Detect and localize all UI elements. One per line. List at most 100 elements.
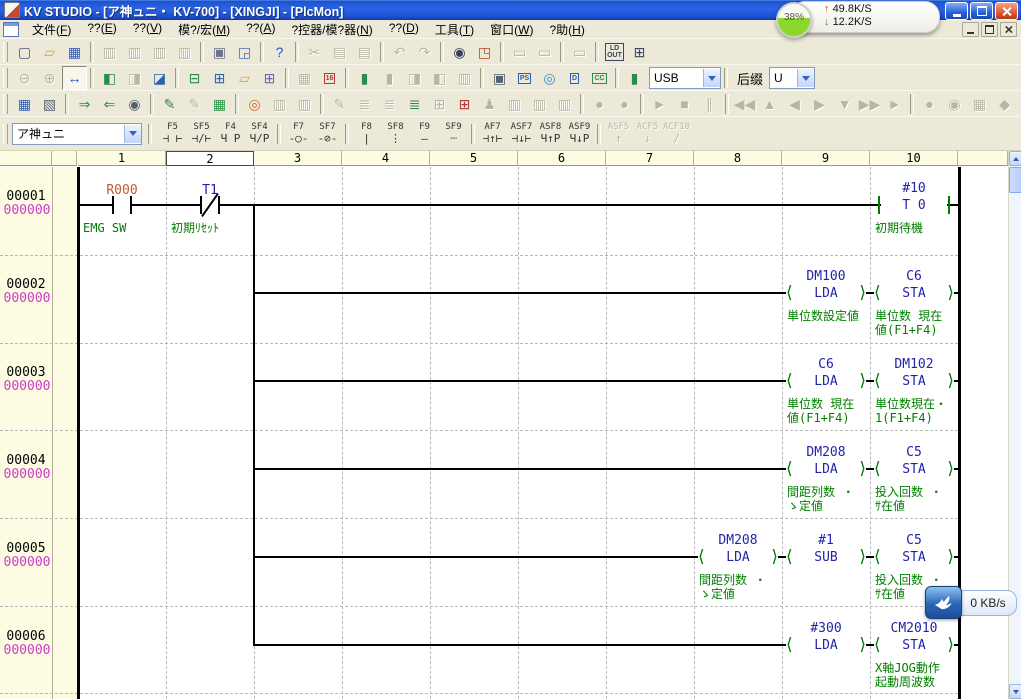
print-unit-icon[interactable]: ▣ (487, 66, 512, 90)
reg-2-icon[interactable]: ▥ (527, 92, 552, 116)
close-button[interactable] (995, 2, 1018, 20)
menu-item-1[interactable]: ??(E) (79, 20, 124, 39)
registers-3-icon[interactable]: ▥ (452, 66, 477, 90)
zoom-in-icon[interactable]: ⊕ (37, 66, 62, 90)
fkey-f4-button[interactable]: F4Ч Р (216, 120, 245, 148)
import-unit-icon[interactable]: ▥ (147, 40, 172, 64)
drop-icon[interactable]: ◆ (992, 92, 1017, 116)
fkey-asf9-button[interactable]: ASF9Ч↓Р (565, 120, 594, 148)
menu-item-3[interactable]: 模?/宏(M) (170, 20, 238, 39)
message-pane-icon[interactable]: ◨ (122, 66, 147, 90)
menu-item-2[interactable]: ??(V) (125, 20, 170, 39)
reg-3-icon[interactable]: ▥ (552, 92, 577, 116)
copy-icon[interactable]: ▤ (327, 40, 352, 64)
fkey-sf8-button[interactable]: SF8⋮ (381, 120, 410, 148)
column-header-3[interactable]: 3 (254, 151, 342, 166)
instruction-sta[interactable]: ⟨STA⟩ (874, 547, 954, 567)
redo-icon[interactable]: ↷ (412, 40, 437, 64)
list-1-icon[interactable]: ≣ (352, 92, 377, 116)
fkey-f9-button[interactable]: F9— (410, 120, 439, 148)
split-v-icon[interactable]: ⊞ (207, 66, 232, 90)
step-in-icon[interactable]: ◀ (782, 92, 807, 116)
d-network-icon[interactable]: D (562, 66, 587, 90)
breakpoint-icon[interactable]: ● (917, 92, 942, 116)
contact-no[interactable] (112, 196, 114, 214)
cd-memory-icon[interactable]: ◎ (537, 66, 562, 90)
menu-item-4[interactable]: ??(A) (238, 20, 283, 39)
toolbar-grip[interactable] (3, 124, 8, 144)
instruction-sta[interactable]: ⟨STA⟩ (874, 283, 954, 303)
open-project-icon[interactable]: ▱ (37, 40, 62, 64)
pen-icon[interactable]: ✎ (327, 92, 352, 116)
editor-ok-icon[interactable]: ✎ (157, 92, 182, 116)
instruction-lda[interactable]: ⟨LDA⟩ (786, 459, 866, 479)
instruction-sub[interactable]: ⟨SUB⟩ (786, 547, 866, 567)
watch-2-icon[interactable]: ▦ (967, 92, 992, 116)
device-monitor-icon[interactable]: ▮ (352, 66, 377, 90)
fkey-sf5-button[interactable]: SF5⊣/⊢ (187, 120, 216, 148)
registers-1-icon[interactable]: ◨ (402, 66, 427, 90)
child-restore-button[interactable] (981, 22, 998, 37)
child-minimize-button[interactable] (962, 22, 979, 37)
instruction-lda[interactable]: ⟨LDA⟩ (698, 547, 778, 567)
list-check-icon[interactable]: ≣ (402, 92, 427, 116)
edit-mode-icon[interactable]: ▭ (567, 40, 592, 64)
column-header-9[interactable]: 9 (782, 151, 870, 166)
toolbar-grip[interactable] (3, 94, 8, 114)
out-bar[interactable] (878, 196, 880, 214)
zoom-out-icon[interactable]: ⊖ (12, 66, 37, 90)
usb-combo-dropdown-icon[interactable] (703, 69, 720, 87)
instruction-lda[interactable]: ⟨LDA⟩ (786, 371, 866, 391)
column-header-8[interactable]: 8 (694, 151, 782, 166)
output-pane-icon[interactable]: ◪ (147, 66, 172, 90)
folder-icon[interactable]: ▱ (232, 66, 257, 90)
pc-transfer-icon[interactable]: ▦ (12, 92, 37, 116)
contact-nc[interactable] (218, 196, 220, 214)
split-h-icon[interactable]: ⊟ (182, 66, 207, 90)
fkey-sf4-button[interactable]: SF4Ч/Р (245, 120, 274, 148)
column-header-6[interactable]: 6 (518, 151, 606, 166)
export-unit-icon[interactable]: ▥ (172, 40, 197, 64)
new-project-icon[interactable]: ▢ (12, 40, 37, 64)
plc-verify-icon[interactable]: ◉ (122, 92, 147, 116)
toolbar-grip[interactable] (3, 42, 8, 62)
ps-convert-icon[interactable]: PS (512, 66, 537, 90)
window-2-icon[interactable]: ▭ (532, 40, 557, 64)
list-2-icon[interactable]: ≣ (377, 92, 402, 116)
download-overlay[interactable]: 0 KB/s (925, 586, 1017, 619)
grid-1-icon[interactable]: ⊞ (427, 92, 452, 116)
fkey-acf10-button[interactable]: ACF10∕ (662, 120, 691, 148)
restore-button[interactable] (970, 2, 993, 20)
out-bar[interactable] (948, 196, 950, 214)
child-window-icon[interactable] (3, 22, 19, 37)
menu-item-8[interactable]: 窗口(W) (482, 20, 541, 39)
robot-icon[interactable]: ♟ (477, 92, 502, 116)
circuit-view-icon[interactable]: ⊞ (627, 40, 652, 64)
fkey-f8-button[interactable]: F8| (352, 120, 381, 148)
find-replace-icon[interactable]: ◳ (472, 40, 497, 64)
fkey-sf9-button[interactable]: SF9┈ (439, 120, 468, 148)
ld-out-view-icon[interactable]: LD OUT (602, 40, 627, 64)
instruction-sta[interactable]: ⟨STA⟩ (874, 459, 954, 479)
column-header-5[interactable]: 5 (430, 151, 518, 166)
zoom-fit-icon[interactable]: ↔ (62, 66, 87, 90)
scroll-thumb[interactable] (1009, 167, 1021, 193)
find-icon[interactable]: ◉ (447, 40, 472, 64)
step-up-icon[interactable]: ▲ (757, 92, 782, 116)
calendar-16-icon[interactable]: 16 (317, 66, 342, 90)
editor-ng-icon[interactable]: ✎ (182, 92, 207, 116)
suffix-combo-dropdown-icon[interactable] (797, 69, 814, 87)
out-instruction-label[interactable]: T 0 (884, 198, 944, 213)
menu-item-7[interactable]: 工具(T) (427, 20, 482, 39)
fkey-acf5-button[interactable]: ACF5↓ (633, 120, 662, 148)
undo-icon[interactable]: ↶ (387, 40, 412, 64)
hand-pause-icon[interactable]: ◉ (942, 92, 967, 116)
unit-editor-icon[interactable]: ⊞ (257, 66, 282, 90)
fkey-sf7-button[interactable]: SF7-⊘- (313, 120, 342, 148)
menu-item-9[interactable]: ?助(H) (541, 20, 592, 39)
plc-write-icon[interactable]: ⇐ (97, 92, 122, 116)
registers-2-icon[interactable]: ◧ (427, 66, 452, 90)
instruction-sta[interactable]: ⟨STA⟩ (874, 371, 954, 391)
window-1-icon[interactable]: ▭ (507, 40, 532, 64)
paste-icon[interactable]: ▤ (352, 40, 377, 64)
